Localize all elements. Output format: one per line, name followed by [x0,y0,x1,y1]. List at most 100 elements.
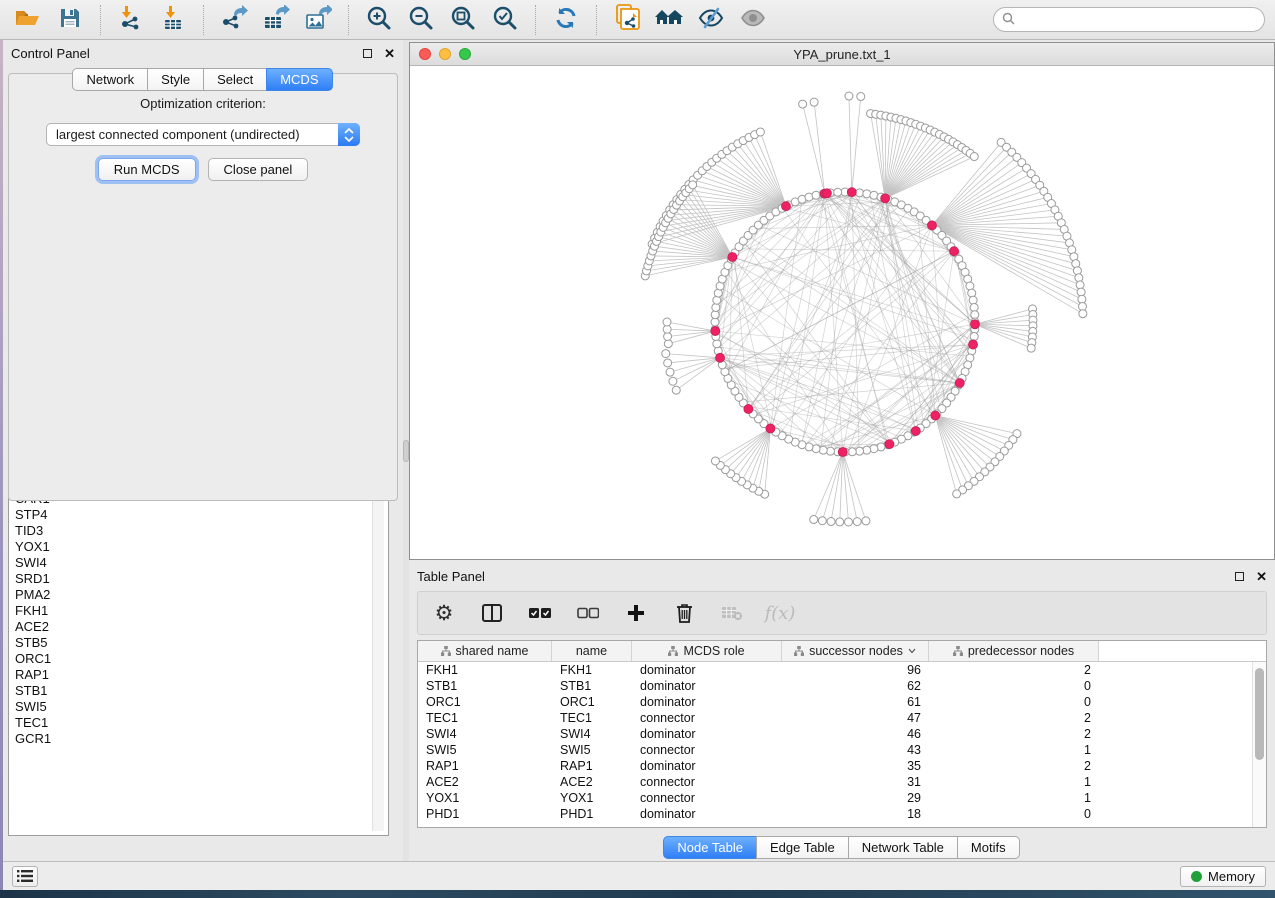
tab-style[interactable]: Style [147,68,204,91]
graph-node[interactable] [856,189,864,197]
graph-node[interactable] [1079,310,1087,318]
mcds-result-item[interactable]: ACE2 [15,619,368,635]
network-canvas[interactable] [410,66,1274,559]
table-row[interactable]: PHD1PHD1dominator180 [418,806,1252,822]
graph-node[interactable] [1027,344,1035,352]
graph-node[interactable] [863,190,871,198]
panel-layout-button[interactable] [480,601,504,625]
save-session-button[interactable] [52,4,88,36]
export-image-button[interactable] [300,4,336,36]
select-all-button[interactable] [528,601,552,625]
close-table-panel-icon[interactable]: ✕ [1256,570,1267,583]
float-table-panel-icon[interactable] [1235,572,1244,581]
open-file-button[interactable] [10,4,46,36]
column-header-successor-nodes[interactable]: successor nodes [782,641,929,661]
mcds-result-item[interactable]: STB5 [15,635,368,651]
graph-node[interactable] [818,517,826,525]
close-panel-button[interactable]: Close panel [208,158,309,181]
mcds-result-item[interactable]: YOX1 [15,539,368,555]
zoom-selected-button[interactable] [487,4,523,36]
delete-column-button[interactable] [672,601,696,625]
table-row[interactable]: SWI5SWI5connector431 [418,742,1252,758]
table-row[interactable]: SWI4SWI4dominator462 [418,726,1252,742]
export-table-button[interactable] [258,4,294,36]
float-panel-icon[interactable] [363,49,372,58]
mcds-result-item[interactable]: FKH1 [15,603,368,619]
mcds-node[interactable] [744,404,753,413]
mcds-node[interactable] [766,424,775,433]
network-overview-button[interactable] [651,4,687,36]
mcds-result-item[interactable]: PMA2 [15,587,368,603]
import-table-button[interactable] [155,4,191,36]
hide-selected-button[interactable] [693,4,729,36]
search-field[interactable] [993,7,1265,32]
table-row[interactable]: ORC1ORC1dominator610 [418,694,1252,710]
graph-node[interactable] [953,490,961,498]
mcds-node[interactable] [781,202,790,211]
zoom-out-button[interactable] [403,4,439,36]
memory-button[interactable]: Memory [1180,866,1266,887]
task-history-button[interactable] [12,866,38,887]
table-row[interactable]: ACE2ACE2connector311 [418,774,1252,790]
graph-node[interactable] [713,340,721,348]
graph-node[interactable] [810,516,818,524]
graph-node[interactable] [669,377,677,385]
graph-node[interactable] [844,518,852,526]
graph-node[interactable] [756,128,764,136]
show-hidden-button[interactable] [735,4,771,36]
graph-node[interactable] [862,517,870,525]
graph-node[interactable] [662,350,670,358]
graph-node[interactable] [666,368,674,376]
mcds-result-item[interactable]: STB1 [15,683,368,699]
refresh-layout-button[interactable] [548,4,584,36]
mcds-node[interactable] [931,411,940,420]
zoom-fit-button[interactable] [445,4,481,36]
mcds-result-item[interactable]: TEC1 [15,715,368,731]
graph-node[interactable] [664,359,672,367]
table-row[interactable]: TEC1TEC1connector472 [418,710,1252,726]
mcds-node[interactable] [885,440,894,449]
graph-node[interactable] [827,518,835,526]
graph-node[interactable] [836,518,844,526]
mcds-node[interactable] [716,353,725,362]
tab-select[interactable]: Select [203,68,267,91]
tab-node-table[interactable]: Node Table [663,836,757,859]
mcds-list-scrollbar[interactable] [372,473,384,831]
run-mcds-button[interactable]: Run MCDS [98,158,196,181]
close-panel-icon[interactable]: ✕ [384,47,395,60]
graph-node[interactable] [712,303,720,311]
clone-network-button[interactable] [609,4,645,36]
mcds-result-item[interactable]: RAP1 [15,667,368,683]
table-row[interactable]: FKH1FKH1dominator962 [418,662,1252,678]
mcds-node[interactable] [970,320,979,329]
tab-network[interactable]: Network [72,68,148,91]
graph-node[interactable] [970,153,978,161]
mcds-node[interactable] [911,427,920,436]
mcds-result-item[interactable]: SRD1 [15,571,368,587]
deselect-all-button[interactable] [576,601,600,625]
graph-node[interactable] [870,445,878,453]
graph-node[interactable] [810,98,818,106]
column-header-MCDS-role[interactable]: MCDS role [632,641,782,661]
mcds-node[interactable] [955,379,964,388]
import-network-button[interactable] [113,4,149,36]
graph-node[interactable] [711,311,719,319]
graph-node[interactable] [969,296,977,304]
add-column-button[interactable] [624,601,648,625]
graph-node[interactable] [812,191,820,199]
graph-node[interactable] [711,457,719,465]
graph-node[interactable] [853,518,861,526]
mcds-result-item[interactable]: ORC1 [15,651,368,667]
tab-motifs[interactable]: Motifs [957,836,1020,859]
mcds-node[interactable] [728,253,737,262]
graph-node[interactable] [856,447,864,455]
export-network-button[interactable] [216,4,252,36]
column-header-predecessor-nodes[interactable]: predecessor nodes [929,641,1099,661]
graph-node[interactable] [826,447,834,455]
mcds-result-item[interactable]: TID3 [15,523,368,539]
search-input[interactable] [1020,13,1256,27]
graph-node[interactable] [863,446,871,454]
graph-node[interactable] [968,289,976,297]
mcds-node[interactable] [881,194,890,203]
mcds-result-item[interactable]: SWI4 [15,555,368,571]
